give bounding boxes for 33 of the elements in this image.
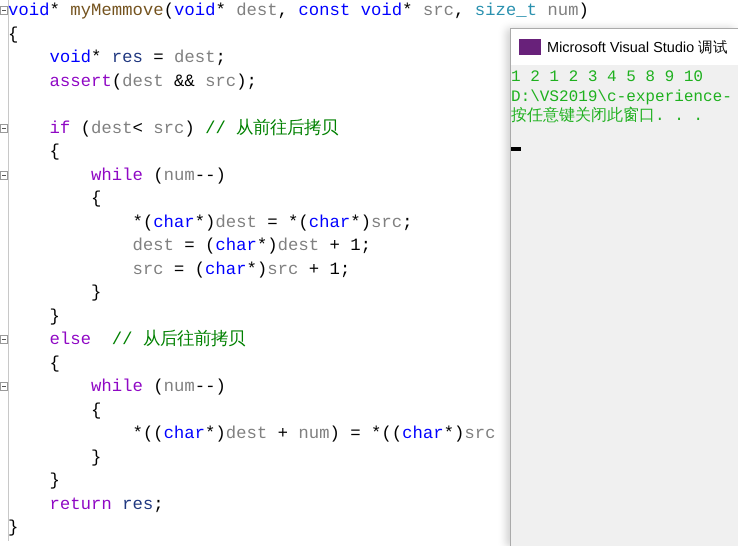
code-line: else // 从后往前拷贝 (48, 329, 245, 352)
collapse-icon[interactable] (0, 382, 8, 391)
code-line: } (48, 471, 60, 493)
collapse-icon[interactable] (0, 335, 8, 344)
code-line: { (48, 142, 60, 164)
code-line: { (90, 400, 102, 422)
collapse-icon[interactable] (0, 170, 8, 180)
code-line: return res; (48, 494, 164, 516)
text-cursor (511, 146, 521, 150)
console-output-line: 按任意键关闭此窗口. . . (511, 107, 704, 126)
code-line: void* myMemmove(void* dest, const void* src, size_t num) (8, 1, 589, 23)
code-line: } (48, 306, 60, 328)
code-line: { (48, 354, 60, 376)
code-line: if (dest< src) // 从前往后拷贝 (48, 118, 338, 140)
code-line: *(char*)dest = *(char*)src; (131, 212, 412, 234)
code-line: } (90, 283, 102, 305)
code-line: void* res = dest; (48, 48, 226, 70)
console-app-icon (519, 39, 541, 55)
code-line: while (num--) (90, 377, 226, 399)
code-line: dest = (char*)dest + 1; (131, 236, 371, 258)
window-title: Microsoft Visual Studio 调试 (547, 38, 728, 56)
code-line: } (90, 448, 102, 470)
code-line: { (90, 189, 102, 211)
console-output-line: D:\VS2019\c-experience- (511, 88, 733, 106)
console-output-line: 1 2 1 2 3 4 5 8 9 10 (511, 68, 704, 88)
code-line: { (8, 24, 18, 46)
code-line: *((char*)dest + num) = *((char*)src (131, 424, 496, 446)
code-line: src = (char*)src + 1; (131, 260, 350, 282)
code-line: while (num--) (90, 166, 226, 188)
code-line: assert(dest && src); (48, 72, 257, 94)
collapse-icon[interactable] (0, 124, 8, 132)
collapse-icon[interactable] (0, 6, 8, 15)
code-line: } (8, 518, 18, 540)
